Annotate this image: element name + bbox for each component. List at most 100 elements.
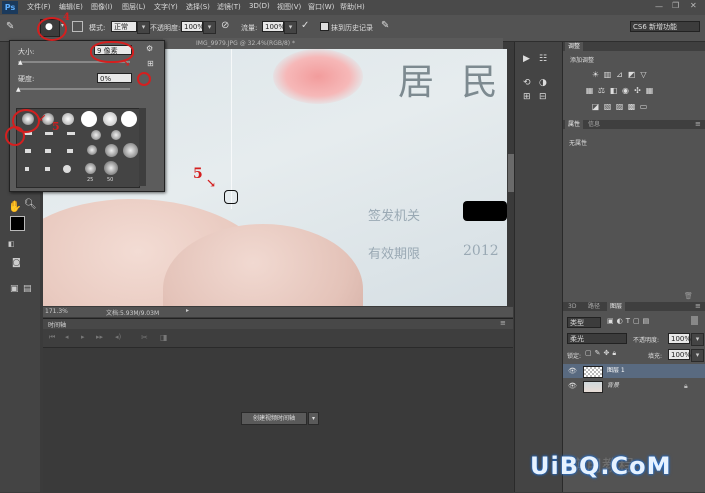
screen-mode-icon[interactable]: ▣ [10, 284, 19, 294]
brush-tip[interactable] [111, 130, 121, 140]
pressure-opacity-icon[interactable]: ⊘ [221, 20, 229, 31]
menu-image[interactable]: 图像(I) [91, 2, 113, 12]
split-icon[interactable]: ✂ [141, 333, 148, 342]
layer-row[interactable]: 👁︎ 背景 🔒︎ [563, 379, 705, 393]
menu-filter[interactable]: 滤镜(T) [217, 2, 241, 12]
brush-tip[interactable] [25, 167, 29, 171]
hardness-input[interactable]: 0% [97, 73, 132, 83]
hardness-slider-track[interactable] [18, 88, 130, 90]
brightness-icon[interactable]: ☀ [591, 70, 600, 79]
posterize-icon[interactable]: ▧ [603, 102, 612, 111]
layer-filter-select[interactable]: 类型 [567, 317, 601, 328]
brush-tip[interactable] [123, 143, 138, 158]
menu-3d[interactable]: 3D(D) [249, 2, 270, 10]
eye-icon[interactable]: 👁︎ [568, 379, 577, 393]
menu-file[interactable]: 文件(F) [27, 2, 51, 12]
minimize-icon[interactable]: — [655, 2, 663, 11]
brush-tip[interactable] [91, 130, 101, 140]
play-icon[interactable]: ▸ [81, 333, 85, 341]
brush-tip[interactable] [63, 165, 71, 173]
menu-type[interactable]: 文字(Y) [154, 2, 178, 12]
create-button-dropdown-icon[interactable]: ▾ [308, 412, 319, 425]
photo-filter-icon[interactable]: ◉ [621, 86, 630, 95]
brush-tip[interactable] [62, 113, 74, 125]
brush-tip[interactable] [45, 167, 50, 171]
brush-tip[interactable] [105, 144, 118, 157]
brush-grid-scrollbar[interactable] [139, 108, 146, 186]
color-icon[interactable]: ◑ [539, 78, 547, 88]
menu-layer[interactable]: 图层(L) [122, 2, 145, 12]
gradient-map-icon[interactable]: ▭ [639, 102, 648, 111]
size-slider-handle-icon[interactable]: ▲ [18, 59, 23, 66]
menu-view[interactable]: 视图(V) [277, 2, 301, 12]
levels-icon[interactable]: ▥ [603, 70, 612, 79]
panel-menu-icon[interactable]: ≡ [500, 319, 506, 327]
document-tab[interactable]: IMG_9979.JPG @ 32.4%(RGB/8) * [163, 38, 503, 49]
tab-info[interactable]: 信息 [585, 120, 604, 129]
layer-row[interactable]: 👁︎ 图层 1 [563, 364, 705, 378]
workspace-switcher[interactable]: CS6 新增功能 [630, 21, 700, 32]
play-actions-icon[interactable]: ▶ [523, 54, 530, 64]
flow-input[interactable]: 100% [262, 21, 285, 32]
hand-tool-icon[interactable]: ✋ [8, 200, 22, 213]
tab-paths[interactable]: 路径 [585, 302, 604, 311]
black-white-icon[interactable]: ◧ [609, 86, 618, 95]
tab-properties[interactable]: 属性 [565, 120, 584, 129]
opacity-dropdown-icon[interactable]: ▾ [691, 333, 704, 346]
menu-select[interactable]: 选择(S) [186, 2, 210, 12]
brush-tip[interactable] [103, 112, 117, 126]
styles-icon[interactable]: ⊟ [539, 92, 547, 102]
panel-gear-icon[interactable]: ⚙ [146, 44, 153, 53]
hue-saturation-icon[interactable]: ▦ [585, 86, 594, 95]
layer-opacity-input[interactable]: 100% [668, 333, 691, 344]
channel-mixer-icon[interactable]: ✣ [633, 86, 642, 95]
audio-icon[interactable]: ◂) [115, 333, 121, 341]
foreground-color-swatch[interactable] [10, 216, 25, 231]
exposure-icon[interactable]: ◩ [627, 70, 636, 79]
zoom-level[interactable]: 171.3% [45, 308, 68, 315]
airbrush-icon[interactable]: ✓ [301, 20, 309, 31]
hardness-slider-handle-icon[interactable]: ▲ [16, 86, 21, 93]
restore-icon[interactable]: ❐ [672, 1, 679, 10]
layer-filter-icons[interactable]: ▣◐T▢▤ [607, 317, 652, 325]
transition-icon[interactable]: ◨ [160, 333, 168, 342]
screen-mode-alt-icon[interactable]: ▤ [23, 284, 32, 294]
create-video-timeline-button[interactable]: 创建视频时间轴 [241, 412, 307, 425]
vibrance-icon[interactable]: ▽ [639, 70, 648, 79]
opacity-input[interactable]: 100% [181, 21, 204, 32]
curves-icon[interactable]: ⊿ [615, 70, 624, 79]
brush-tip[interactable] [121, 111, 137, 127]
history-icon[interactable]: ⟲ [523, 78, 531, 88]
tab-3d[interactable]: 3D [565, 302, 580, 311]
erase-to-history-checkbox[interactable] [320, 22, 329, 31]
trash-icon[interactable]: 🗑︎ [684, 292, 693, 300]
default-colors-icon[interactable]: ◧ [8, 240, 15, 248]
previous-frame-icon[interactable]: ◂ [65, 333, 69, 341]
swatches-icon[interactable]: ⊞ [523, 92, 531, 102]
brush-tip[interactable] [85, 163, 96, 174]
mode-select[interactable]: 正常 [111, 21, 137, 32]
quick-mask-icon[interactable]: ◙ [12, 258, 21, 268]
flow-dropdown-icon[interactable]: ▾ [284, 21, 297, 34]
brush-tip[interactable] [67, 132, 75, 135]
fill-input[interactable]: 100% [668, 349, 691, 360]
eye-icon[interactable]: 👁︎ [568, 364, 577, 378]
menu-help[interactable]: 帮助(H) [340, 2, 365, 12]
panel-menu-icon[interactable]: ≡ [695, 302, 701, 310]
selective-color-icon[interactable]: ▩ [627, 102, 636, 111]
blend-mode-select[interactable]: 柔光 [567, 333, 627, 344]
next-frame-icon[interactable]: ▸▸ [96, 333, 103, 341]
layer-name[interactable]: 图层 1 [607, 364, 625, 378]
close-icon[interactable]: ✕ [690, 1, 697, 10]
brush-tip[interactable] [25, 149, 31, 153]
color-lookup-icon[interactable]: ▦ [645, 86, 654, 95]
color-balance-icon[interactable]: ⚖ [597, 86, 606, 95]
brush-panel-toggle-icon[interactable] [72, 21, 83, 32]
threshold-icon[interactable]: ▨ [615, 102, 624, 111]
zoom-tool-icon[interactable]: 🔍︎ [24, 199, 37, 210]
brush-presets-icon[interactable]: ☷ [539, 54, 547, 64]
tab-adjustments[interactable]: 调整 [565, 42, 584, 51]
brush-tip[interactable] [104, 161, 118, 175]
fill-dropdown-icon[interactable]: ▾ [691, 349, 704, 362]
brush-tip[interactable] [67, 149, 73, 153]
